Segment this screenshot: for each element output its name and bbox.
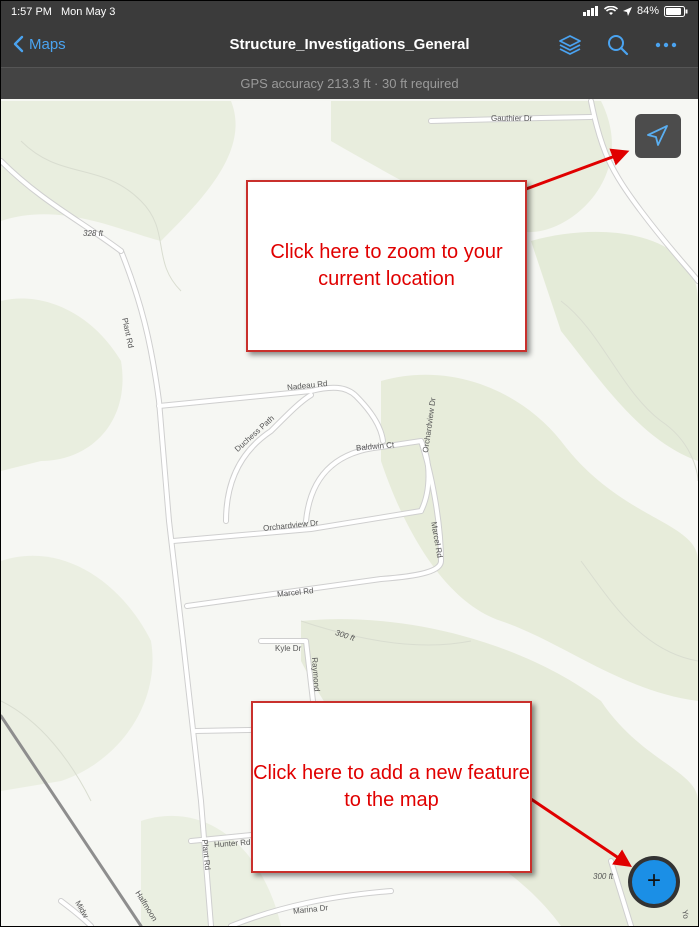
status-date: Mon May 3 — [61, 6, 116, 18]
back-to-maps-button[interactable]: Maps — [13, 35, 66, 53]
more-icon — [655, 42, 677, 48]
add-icon: + — [632, 860, 676, 904]
search-button[interactable] — [606, 34, 630, 56]
road-label: Gauthier Dr — [491, 114, 533, 123]
back-label: Maps — [29, 35, 66, 53]
zoom-to-location-button[interactable] — [635, 114, 681, 158]
add-feature-button[interactable]: + — [628, 856, 680, 908]
more-options-button[interactable] — [654, 34, 678, 56]
navigation-bar: Maps Structure_Investigations_General — [1, 23, 698, 67]
layers-button[interactable] — [558, 34, 582, 56]
wifi-icon — [603, 6, 618, 15]
status-bar: 1:57 PM Mon May 3 84% — [1, 1, 698, 23]
status-time: 1:57 PM — [11, 6, 52, 18]
add-feature-callout: Click here to add a new feature to the m… — [251, 701, 532, 873]
search-icon — [608, 35, 629, 56]
battery-percent: 84% — [636, 5, 659, 17]
road-label: Yo — [680, 909, 691, 920]
gps-accuracy-bar: GPS accuracy 213.3 ft · 30 ft required — [1, 67, 698, 100]
layers-icon — [559, 35, 581, 55]
elevation-label: 300 ft — [593, 872, 614, 881]
chevron-left-icon — [13, 35, 24, 53]
app-screen: 1:57 PM Mon May 3 84% Maps Structure_Inv… — [0, 0, 699, 927]
locate-callout: Click here to zoom to your current locat… — [246, 180, 527, 352]
navigation-arrow-icon — [647, 125, 668, 146]
location-arrow-icon — [622, 6, 632, 16]
signal-icon — [582, 6, 598, 16]
road-label: Kyle Dr — [275, 644, 302, 653]
elevation-label: 328 ft — [83, 229, 104, 238]
battery-icon — [664, 5, 688, 17]
